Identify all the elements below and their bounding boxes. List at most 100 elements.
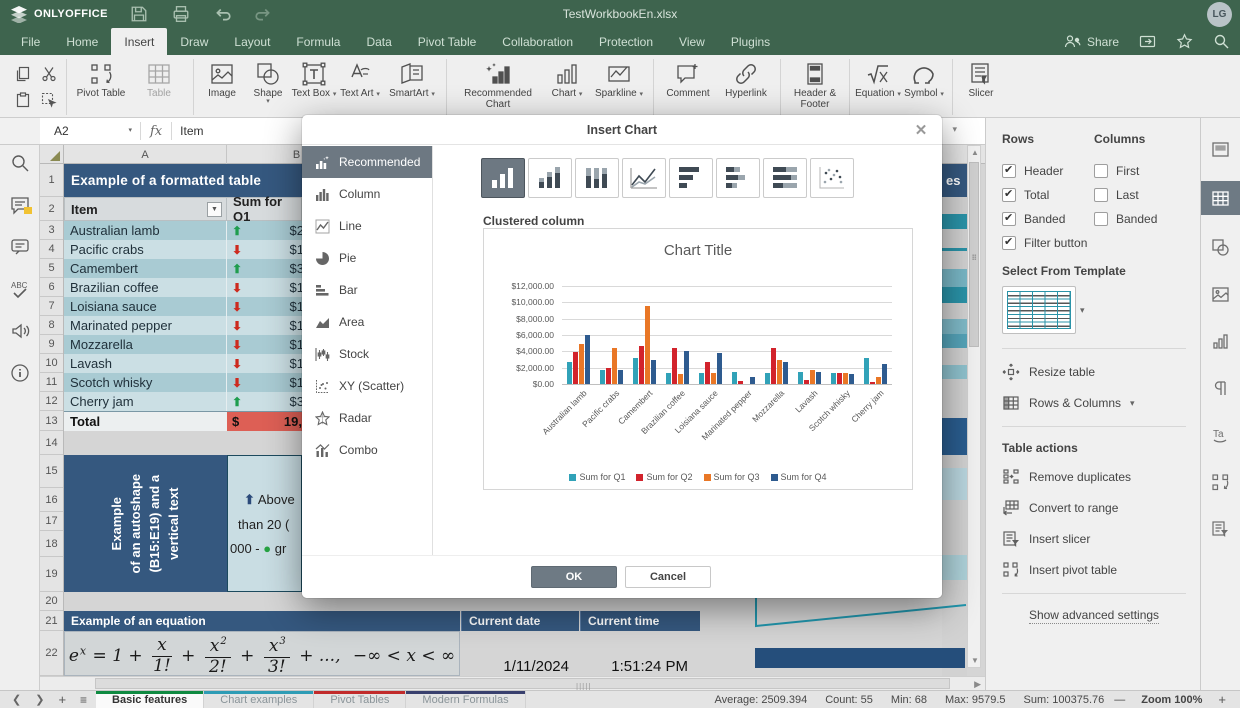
chat-icon[interactable]	[10, 237, 30, 257]
vertical-scroll-thumb[interactable]: ▪▪▪▪▪▪	[969, 162, 979, 347]
chart-type-combo[interactable]: Combo	[302, 434, 432, 466]
table-title-cell[interactable]: Example of a formatted table	[64, 164, 302, 197]
row-header[interactable]: 15	[40, 455, 63, 488]
colored-cell[interactable]	[942, 303, 967, 319]
row-header[interactable]: 13	[40, 411, 63, 431]
sheet-tab[interactable]: Basic features	[96, 691, 204, 708]
table-row[interactable]: Scotch whisky ⬇ $1	[64, 373, 302, 392]
cell-settings-icon[interactable]	[1201, 134, 1240, 164]
colored-cell[interactable]	[942, 418, 967, 455]
toolbar-text-box-button[interactable]: Text Box ▾	[291, 59, 337, 99]
colored-cell[interactable]	[942, 379, 967, 418]
dialog-header[interactable]: Insert Chart ✕	[302, 115, 942, 145]
redo-icon[interactable]	[254, 5, 272, 23]
filter-button[interactable]: ▼	[207, 202, 222, 217]
table-header-row[interactable]: Item ▼ Sum for Q1	[64, 197, 302, 221]
colored-cell[interactable]	[942, 319, 967, 334]
chart-type-bar[interactable]: Bar	[302, 274, 432, 306]
toolbar-text-art-button[interactable]: Text Art ▾	[337, 59, 383, 99]
checkbox[interactable]	[1094, 188, 1108, 202]
colored-cell[interactable]	[942, 468, 967, 500]
table-template-picker[interactable]	[1002, 286, 1076, 334]
table-row[interactable]: Loisiana sauce ⬇ $1	[64, 297, 302, 316]
convert-to-range-button[interactable]: Convert to range	[1002, 499, 1186, 517]
show-advanced-settings-link[interactable]: Show advanced settings	[1002, 608, 1186, 622]
feedback-icon[interactable]	[10, 321, 30, 341]
subtype-stacked-bar[interactable]	[716, 158, 760, 198]
undo-icon[interactable]	[214, 5, 232, 23]
close-icon[interactable]: ✕	[912, 121, 930, 139]
sheet-tab[interactable]: Modern Formulas	[406, 691, 525, 708]
checkbox[interactable]	[1002, 236, 1016, 250]
menu-tab[interactable]: Formula	[283, 28, 353, 55]
menu-tab[interactable]: View	[666, 28, 718, 55]
menu-tab[interactable]: Protection	[586, 28, 666, 55]
colored-cell[interactable]	[942, 197, 967, 214]
row-header[interactable]: 5	[40, 259, 63, 278]
colored-cell[interactable]	[942, 269, 967, 287]
chart-settings-icon[interactable]	[1201, 326, 1240, 356]
partial-header-cell[interactable]: es	[942, 164, 967, 197]
resize-table-button[interactable]: Resize table	[1002, 363, 1186, 381]
colored-cell[interactable]	[942, 334, 967, 348]
chart-type-pie[interactable]: Pie	[302, 242, 432, 274]
subtype-100-stacked-column[interactable]	[575, 158, 619, 198]
toolbar-hyperlink-button[interactable]: Hyperlink	[717, 59, 775, 99]
subtype-line[interactable]	[622, 158, 666, 198]
sheet-tab[interactable]: Chart examples	[204, 691, 314, 708]
image-settings-icon[interactable]	[1201, 279, 1240, 309]
insert-pivot-table-button[interactable]: Insert pivot table	[1002, 561, 1186, 579]
prev-sheet-icon[interactable]: ❮	[12, 693, 21, 706]
row-headers[interactable]: 1 2 3 4 5 6 7 8 9 10 11 12	[40, 164, 64, 676]
favorite-star-icon[interactable]	[1176, 33, 1193, 50]
checkbox[interactable]	[1002, 164, 1016, 178]
toolbar-smartart-button[interactable]: SmartArt ▾	[383, 59, 441, 99]
current-date-cell[interactable]: 1/11/2024	[461, 658, 579, 676]
colored-cell[interactable]	[942, 287, 967, 303]
chart-type-radar[interactable]: Radar	[302, 402, 432, 434]
colored-cell[interactable]	[942, 365, 967, 379]
colored-cell[interactable]	[942, 214, 967, 229]
print-icon[interactable]	[172, 5, 190, 23]
menu-tab[interactable]: Plugins	[718, 28, 783, 55]
table-row[interactable]: Mozzarella ⬇ $1	[64, 335, 302, 354]
equation-cell[interactable]: ex = 1 + x1! + x22! + x33! + ..., −∞ < x…	[64, 631, 460, 676]
row-header[interactable]: 22	[40, 631, 63, 676]
ok-button[interactable]: OK	[531, 566, 617, 588]
next-sheet-icon[interactable]: ❯	[35, 693, 44, 706]
select-icon[interactable]	[37, 88, 61, 112]
shape-settings-icon[interactable]	[1201, 232, 1240, 262]
checkbox[interactable]	[1094, 212, 1108, 226]
toolbar-pivot-table-button[interactable]: Pivot Table	[72, 59, 130, 99]
toolbar-sparkline-button[interactable]: Sparkline ▾	[590, 59, 648, 99]
toolbar-chart-button[interactable]: Chart ▾	[544, 59, 590, 99]
menu-tab[interactable]: Collaboration	[489, 28, 586, 55]
colored-cell[interactable]	[942, 348, 967, 365]
current-time-cell[interactable]: 1:51:24 PM	[580, 658, 698, 676]
zoom-level[interactable]: Zoom 100%	[1141, 694, 1202, 706]
header-cell-item[interactable]: Item ▼	[64, 197, 227, 221]
chart-type-stock[interactable]: Stock	[302, 338, 432, 370]
row-header[interactable]: 2	[40, 197, 63, 221]
save-icon[interactable]	[130, 5, 148, 23]
share-button[interactable]: Share	[1064, 33, 1119, 50]
row-option-checkbox[interactable]: Banded	[1002, 212, 1094, 226]
subtype-100-stacked-bar[interactable]	[763, 158, 807, 198]
table-row[interactable]: Marinated pepper ⬇ $1	[64, 316, 302, 335]
colored-cell[interactable]	[942, 500, 967, 555]
row-header[interactable]: 6	[40, 278, 63, 297]
toolbar-comment-button[interactable]: Comment	[659, 59, 717, 99]
cancel-button[interactable]: Cancel	[625, 566, 711, 588]
horizontal-scroll-thumb[interactable]: |||||	[95, 678, 950, 689]
table-row[interactable]: Australian lamb ⬆ $2	[64, 221, 302, 240]
zoom-out-button[interactable]: —	[1114, 694, 1125, 706]
chart-type-recommended[interactable]: Recommended	[302, 146, 432, 178]
column-option-checkbox[interactable]: Last	[1094, 188, 1186, 202]
paragraph-settings-icon[interactable]	[1201, 373, 1240, 403]
vertical-scrollbar[interactable]: ▲ ▪▪▪▪▪▪ ▼	[967, 145, 981, 668]
row-header[interactable]: 10	[40, 354, 63, 373]
chart-type-line[interactable]: Line	[302, 210, 432, 242]
remove-duplicates-button[interactable]: Remove duplicates	[1002, 468, 1186, 486]
add-sheet-icon[interactable]: +	[58, 692, 66, 707]
callout-cell[interactable]: ⬆ Above than 20 ( 000 - ● gr	[227, 455, 302, 592]
